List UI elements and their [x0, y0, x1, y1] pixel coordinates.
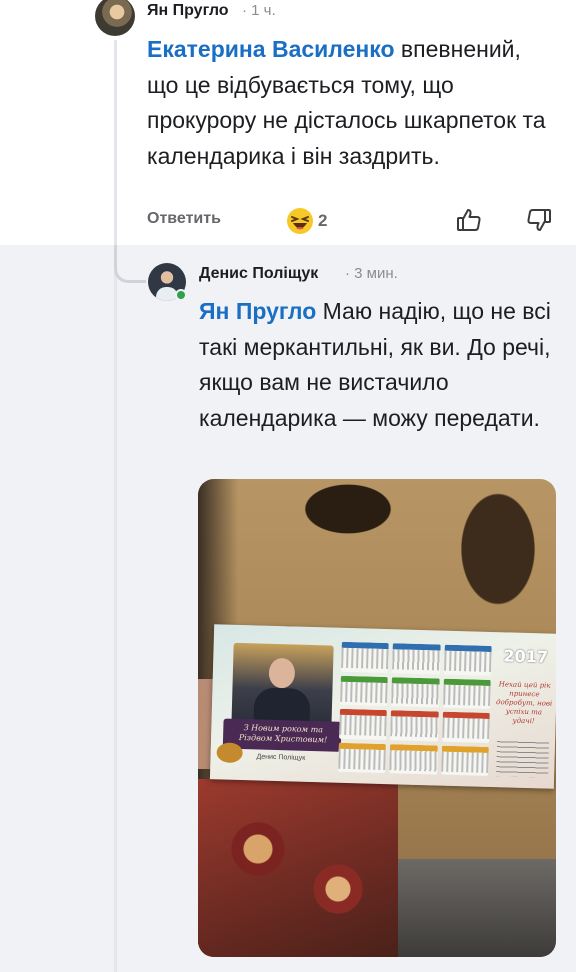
calendar-wish: Нехай цей рік принесе добробут, нові усп…: [495, 680, 553, 726]
rug-image: [198, 779, 398, 957]
reply-button[interactable]: Ответить: [147, 210, 221, 228]
thread-line: [114, 245, 117, 972]
gifts-image: [216, 742, 243, 764]
comment-text: Екатерина Василенко впевнений, що це від…: [147, 32, 557, 174]
calendar-signature: Денис Поліщук: [256, 753, 306, 762]
mention-link[interactable]: Екатерина Василенко: [147, 36, 395, 62]
comment-time[interactable]: · 3 мин.: [345, 265, 398, 282]
laughing-face-emoji-icon[interactable]: [286, 207, 314, 240]
comment-card-2: Денис Поліщук · 3 мин. Ян Пругло Маю над…: [0, 245, 576, 972]
reply-connector: [114, 245, 146, 283]
thread-line: [114, 40, 117, 245]
portrait-image: [231, 642, 334, 728]
mention-link[interactable]: Ян Пругло: [199, 298, 316, 324]
comment-card-1: Ян Пругло · 1 ч. Екатерина Василенко впе…: [0, 0, 576, 245]
online-status-dot: [175, 289, 187, 301]
comment-text: Ян Пругло Маю надію, що не всі такі мерк…: [199, 294, 564, 436]
reaction-count: 2: [318, 211, 328, 230]
thumbs-up-icon[interactable]: [455, 206, 483, 239]
calendar-months-grid: [338, 641, 492, 776]
avatar[interactable]: [95, 0, 135, 36]
comment-author[interactable]: Ян Пругло: [147, 2, 229, 20]
comment-author[interactable]: Денис Поліщук: [199, 265, 318, 283]
floor-image: [398, 859, 556, 957]
thumbs-down-icon[interactable]: [525, 206, 553, 239]
calendar-year: 2017: [503, 646, 549, 667]
calendar-contacts: [496, 740, 550, 778]
attached-photo[interactable]: З Новим роком та Різдвом Христовим! Дени…: [198, 479, 556, 957]
pocket-calendar-image: З Новим роком та Різдвом Христовим! Дени…: [209, 624, 556, 789]
comment-time[interactable]: · 1 ч.: [242, 2, 276, 19]
